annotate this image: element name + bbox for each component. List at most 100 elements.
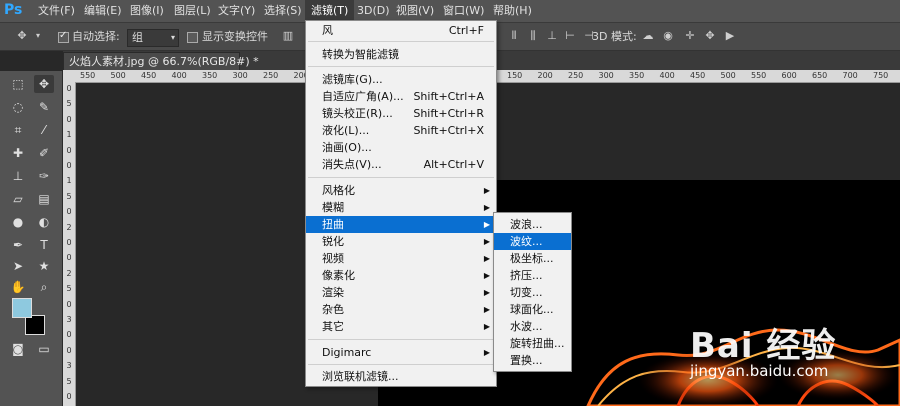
menu-item-oil-paint[interactable]: 油画(O)... [306,139,496,156]
submenu-arrow-icon: ▶ [483,348,490,357]
submenu-item-spherize[interactable]: 球面化... [494,301,571,318]
ruler-tick-label: 400 [171,71,187,80]
slide-3d-icon[interactable]: ✥ [704,30,716,42]
type-tool-icon[interactable]: T [34,236,54,254]
quick-mask-icon[interactable]: ◙ [8,340,28,358]
submenu-arrow-icon: ▶ [483,271,490,280]
menu-item-last-filter[interactable]: 风 Ctrl+F [306,22,496,39]
menu-item-video[interactable]: 视频 ▶ [306,250,496,267]
stamp-tool-icon[interactable]: ⊥ [8,167,28,185]
menu-item-blur[interactable]: 模糊 ▶ [306,199,496,216]
submenu-item-pinch[interactable]: 挤压... [494,267,571,284]
menu-window[interactable]: 窗口(W) [437,0,490,22]
quick-select-tool-icon[interactable]: ✎ [34,98,54,116]
menu-item-pixelate[interactable]: 像素化 ▶ [306,267,496,284]
move-tool-icon[interactable]: ✥ [16,30,28,42]
hand-tool-icon[interactable]: ✋ [8,278,28,296]
menu-select[interactable]: 选择(S) [258,0,308,22]
distribute-bottom-icon[interactable]: ⊥ [546,30,558,42]
document-tab[interactable]: 火焰人素材.jpg @ 66.7%(RGB/8#) * [63,52,259,71]
menu-item-digimarc[interactable]: Digimarc ▶ [306,344,496,361]
rotate-3d-icon[interactable]: ☁ [642,30,654,42]
menu-item-adaptive-wide[interactable]: 自适应广角(A)... Shift+Ctrl+A [306,88,496,105]
ruler-tick-label: 3 [66,361,72,371]
ruler-tick-label: 600 [781,71,797,80]
menu-item-distort[interactable]: 扭曲 ▶ [306,216,496,233]
ruler-tick-label: 0 [66,207,72,217]
shape-tool-icon[interactable]: ★ [34,257,54,275]
roll-3d-icon[interactable]: ◉ [662,30,674,42]
ruler-tick-label: 0 [66,84,72,93]
show-transform-label: 显示变换控件 [202,30,268,43]
menu-help[interactable]: 帮助(H) [487,0,538,22]
ruler-tick-label: 2 [66,222,72,232]
distribute-icon[interactable]: ⫴ [508,30,520,42]
menu-file[interactable]: 文件(F) [32,0,81,22]
scale-3d-icon[interactable]: ▶ [724,30,736,42]
submenu-arrow-icon: ▶ [483,203,490,212]
brush-tool-icon[interactable]: ✐ [34,144,54,162]
submenu-item-wave[interactable]: 波浪... [494,216,571,233]
pan-3d-icon[interactable]: ✛ [684,30,696,42]
menu-item-other[interactable]: 其它 ▶ [306,318,496,335]
blur-tool-icon[interactable]: ● [8,213,28,231]
screen-mode-icon[interactable]: ▭ [34,340,54,358]
eraser-tool-icon[interactable]: ▱ [8,190,28,208]
dodge-tool-icon[interactable]: ◐ [34,213,54,231]
align-top-icon[interactable]: ▥ [282,30,294,42]
foreground-color-swatch[interactable] [12,298,32,318]
menu-item-noise[interactable]: 杂色 ▶ [306,301,496,318]
submenu-item-twirl[interactable]: 旋转扭曲... [494,335,571,352]
history-brush-icon[interactable]: ✑ [34,167,54,185]
lasso-tool-icon[interactable]: ◌ [8,98,28,116]
menu-item-render[interactable]: 渲染 ▶ [306,284,496,301]
submenu-item-shear[interactable]: 切变... [494,284,571,301]
menu-item-filter-gallery[interactable]: 滤镜库(G)... [306,71,496,88]
menu-item-vanishing-point[interactable]: 消失点(V)... Alt+Ctrl+V [306,156,496,173]
background-color-swatch[interactable] [25,315,45,335]
healing-tool-icon[interactable]: ✚ [8,144,28,162]
pen-tool-icon[interactable]: ✒ [8,236,28,254]
ruler-tick-label: 400 [659,71,675,80]
submenu-item-zigzag[interactable]: 水波... [494,318,571,335]
marquee-tool-icon[interactable]: ⬚ [8,75,28,93]
ruler-tick-label: 5 [66,376,72,386]
distribute-center-icon[interactable]: ⫼ [527,30,539,42]
move-tool-icon[interactable]: ✥ [34,75,54,93]
show-transform-checkbox[interactable] [187,32,198,43]
menu-item-browse-online[interactable]: 浏览联机滤镜... [306,368,496,385]
separator [308,364,494,365]
path-select-tool-icon[interactable]: ➤ [8,257,28,275]
distribute-left-icon[interactable]: ⊢ [564,30,576,42]
submenu-item-ripple[interactable]: 波纹... [494,233,571,250]
menu-edit[interactable]: 编辑(E) [78,0,128,22]
menu-item-sharpen[interactable]: 锐化 ▶ [306,233,496,250]
menu-type[interactable]: 文字(Y) [212,0,261,22]
crop-tool-icon[interactable]: ⌗ [8,121,28,139]
menu-item-stylize[interactable]: 风格化 ▶ [306,182,496,199]
ruler-tick-label: 250 [263,71,279,80]
submenu-arrow-icon: ▶ [483,220,490,229]
chevron-down-icon: ▾ [170,33,175,42]
ruler-tick-label: 0 [66,161,72,170]
menu-3d[interactable]: 3D(D) [351,0,396,22]
chevron-down-icon[interactable]: ▾ [32,30,44,42]
submenu-item-displace[interactable]: 置换... [494,352,571,369]
submenu-item-polar[interactable]: 极坐标... [494,250,571,267]
eyedropper-tool-icon[interactable]: ⁄ [34,121,54,139]
ruler-tick-label: 350 [202,71,218,80]
ruler-tick-label: 150 [507,71,523,80]
menu-view[interactable]: 视图(V) [390,0,440,22]
gradient-tool-icon[interactable]: ▤ [34,190,54,208]
menu-layer[interactable]: 图层(L) [168,0,217,22]
menu-filter[interactable]: 滤镜(T) [305,0,355,22]
menu-image[interactable]: 图像(I) [124,0,170,22]
zoom-tool-icon[interactable]: ⌕ [34,278,54,296]
auto-select-checkbox[interactable] [58,30,69,43]
auto-select-dropdown[interactable]: 组 ▾ [127,29,179,47]
menu-item-lens-correction[interactable]: 镜头校正(R)... Shift+Ctrl+R [306,105,496,122]
menu-item-liquify[interactable]: 液化(L)... Shift+Ctrl+X [306,122,496,139]
menu-item-convert-smart[interactable]: 转换为智能滤镜 [306,46,496,63]
ruler-tick-label: 450 [690,71,706,80]
ruler-tick-label: 0 [66,299,72,309]
